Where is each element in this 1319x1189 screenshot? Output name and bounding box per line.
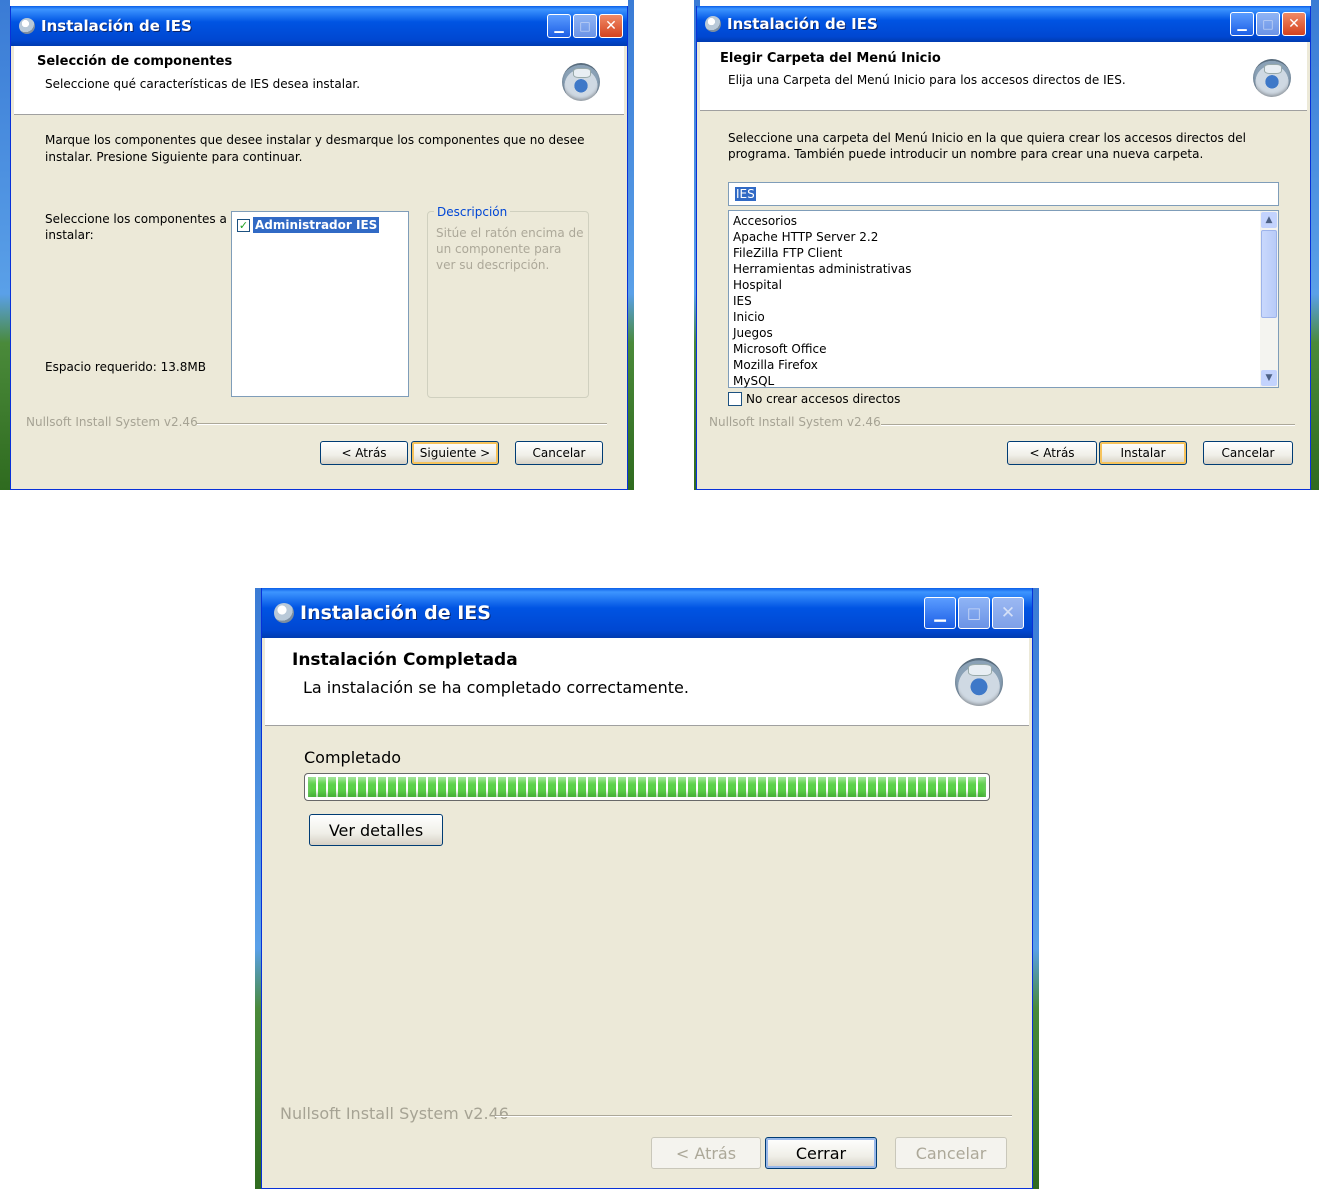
details-button[interactable]: Ver detalles [309, 814, 443, 846]
page-title: Elegir Carpeta del Menú Inicio [720, 51, 941, 66]
maximize-button: □ [573, 14, 597, 38]
installer-app-icon [19, 18, 35, 34]
scrollbar[interactable]: ▲ ▼ [1260, 211, 1278, 387]
cancel-button: Cancelar [895, 1137, 1007, 1169]
title-bar[interactable]: Instalación de IES ▁ □ ✕ [697, 6, 1310, 42]
folder-list-item[interactable]: Microsoft Office [733, 341, 911, 357]
scroll-up-button[interactable]: ▲ [1261, 212, 1277, 228]
description-group: Descripción Sitúe el ratón encima de un … [427, 205, 589, 398]
progress-fill [308, 777, 986, 797]
close-finish-button[interactable]: Cerrar [765, 1137, 877, 1169]
minimize-button[interactable]: ▁ [1230, 12, 1254, 36]
component-label: Administrador IES [251, 216, 381, 234]
back-button[interactable]: < Atrás [1007, 441, 1097, 465]
maximize-button: □ [958, 597, 990, 629]
installer-window-start-menu: Instalación de IES ▁ □ ✕ Elegir Carpeta … [696, 6, 1311, 490]
intro-text-line2: programa. También puede introducir un no… [728, 147, 1204, 161]
desktop-background [1033, 588, 1039, 1189]
cancel-button[interactable]: Cancelar [515, 441, 603, 465]
intro-text-line2: instalar. Presione Siguiente para contin… [45, 150, 303, 164]
folder-list-item[interactable]: Herramientas administrativas [733, 261, 911, 277]
installer-globe-icon [955, 658, 1003, 706]
maximize-button: □ [1256, 12, 1280, 36]
component-item[interactable]: ✓ Administrador IES [237, 216, 381, 234]
folder-list-item[interactable]: FileZilla FTP Client [733, 245, 911, 261]
folder-list-item[interactable]: Accesorios [733, 213, 911, 229]
installer-app-icon [274, 603, 294, 623]
title-bar[interactable]: Instalación de IES ▁ □ ✕ [11, 6, 627, 46]
separator [197, 423, 607, 425]
page-subtitle: La instalación se ha completado correcta… [303, 678, 689, 697]
description-text-line3: ver su descripción. [436, 258, 550, 272]
window-title: Instalación de IES [727, 15, 878, 33]
progress-bar [304, 773, 990, 801]
folder-list-item[interactable]: Hospital [733, 277, 911, 293]
installer-app-icon [705, 16, 721, 32]
nsis-branding: Nullsoft Install System v2.46 [280, 1104, 509, 1123]
folder-list-item[interactable]: Inicio [733, 309, 911, 325]
folder-name-input[interactable]: IES [728, 182, 1279, 206]
space-required: Espacio requerido: 13.8MB [45, 360, 206, 374]
page-title: Instalación Completada [292, 650, 518, 670]
no-shortcuts-option[interactable]: No crear accesos directos [728, 392, 900, 406]
scroll-thumb[interactable] [1261, 230, 1277, 318]
select-components-label-line2: instalar: [45, 228, 94, 242]
folder-list-item[interactable]: Apache HTTP Server 2.2 [733, 229, 911, 245]
folder-list-item[interactable]: IES [733, 293, 911, 309]
page-title: Selección de componentes [37, 54, 233, 69]
no-shortcuts-label: No crear accesos directos [746, 392, 901, 406]
folder-list-item[interactable]: Mozilla Firefox [733, 357, 911, 373]
installer-globe-icon [562, 63, 600, 101]
nsis-branding: Nullsoft Install System v2.46 [709, 415, 881, 429]
status-label: Completado [304, 748, 402, 767]
wizard-header: Elegir Carpeta del Menú Inicio Elija una… [700, 42, 1307, 111]
scroll-down-button[interactable]: ▼ [1261, 370, 1277, 386]
separator [495, 1115, 1012, 1117]
folder-list-item[interactable]: Juegos [733, 325, 911, 341]
close-button[interactable]: ✕ [1282, 12, 1306, 36]
window-title: Instalación de IES [300, 602, 491, 624]
minimize-button[interactable]: ▁ [924, 597, 956, 629]
description-text-line2: un componente para [436, 242, 562, 256]
minimize-button[interactable]: ▁ [547, 14, 571, 38]
separator [881, 424, 1295, 426]
installer-window-components: Instalación de IES ▁ □ ✕ Selección de co… [10, 6, 628, 490]
description-text-line1: Sitúe el ratón encima de [436, 226, 584, 240]
folder-list[interactable]: Accesorios Apache HTTP Server 2.2 FileZill… [728, 210, 1279, 388]
intro-text-line1: Marque los componentes que desee instala… [45, 133, 585, 147]
close-button[interactable]: ✕ [599, 14, 623, 38]
window-title: Instalación de IES [41, 17, 192, 35]
components-tree[interactable]: ✓ Administrador IES [231, 211, 409, 397]
description-title: Descripción [434, 205, 511, 219]
title-bar[interactable]: Instalación de IES ▁ □ ✕ [262, 588, 1032, 638]
nsis-branding: Nullsoft Install System v2.46 [26, 415, 198, 429]
next-button[interactable]: Siguiente > [411, 441, 499, 465]
desktop-background [0, 0, 10, 490]
folder-name-value: IES [735, 187, 756, 201]
select-components-label-line1: Seleccione los componentes a [45, 212, 227, 226]
installer-globe-icon [1253, 59, 1291, 97]
wizard-header: Instalación Completada La instalación se… [265, 638, 1029, 726]
back-button: < Atrás [651, 1137, 761, 1169]
close-button: ✕ [992, 597, 1024, 629]
page-subtitle: Seleccione qué características de IES de… [45, 77, 361, 91]
page-subtitle: Elija una Carpeta del Menú Inicio para l… [728, 73, 1126, 87]
folder-list-items: Accesorios Apache HTTP Server 2.2 FileZill… [733, 213, 911, 389]
back-button[interactable]: < Atrás [320, 441, 408, 465]
intro-text-line1: Seleccione una carpeta del Menú Inicio e… [728, 131, 1246, 145]
component-checkbox[interactable]: ✓ [237, 218, 250, 232]
cancel-button[interactable]: Cancelar [1203, 441, 1293, 465]
folder-list-item[interactable]: MySQL [733, 373, 911, 389]
install-button[interactable]: Instalar [1099, 441, 1187, 465]
wizard-header: Selección de componentes Seleccione qué … [14, 46, 624, 115]
desktop-background [628, 0, 634, 490]
desktop-background [1311, 0, 1319, 490]
no-shortcuts-checkbox[interactable] [728, 392, 742, 406]
installer-window-complete: Instalación de IES ▁ □ ✕ Instalación Com… [261, 588, 1033, 1189]
